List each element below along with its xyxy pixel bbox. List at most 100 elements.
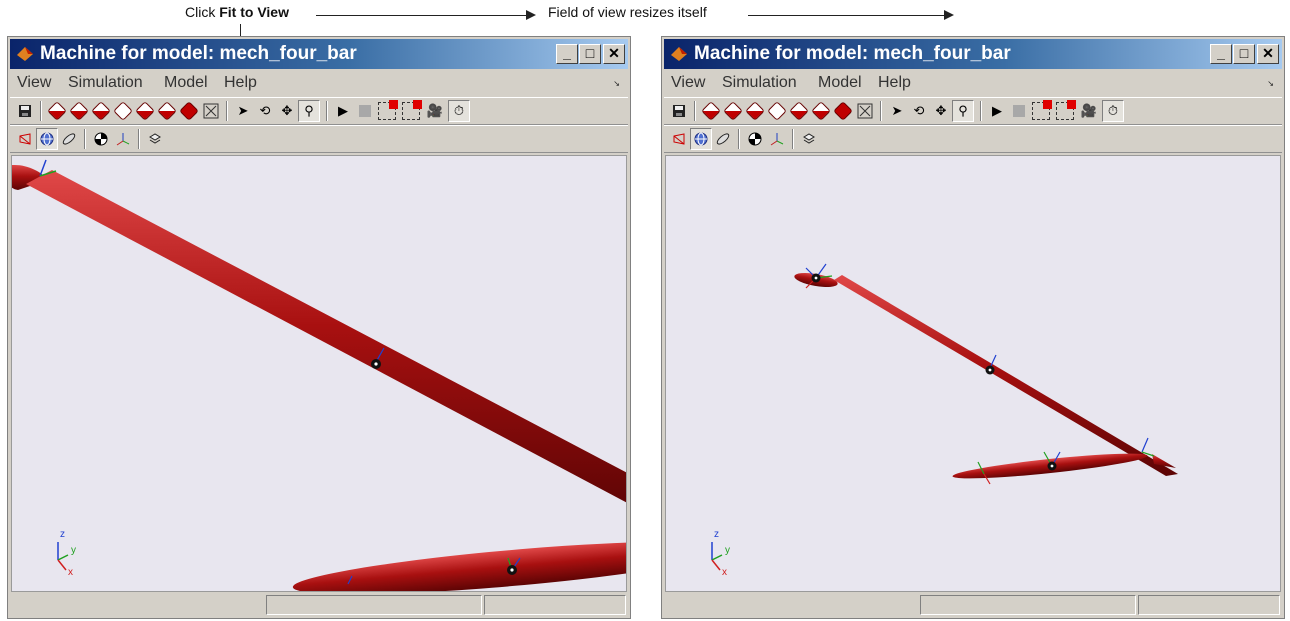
globe-icon[interactable] [690,128,712,150]
stop-icon[interactable] [1008,100,1030,122]
save-icon[interactable] [14,100,36,122]
axes-icon[interactable] [112,128,134,150]
scene-canvas [711,263,1178,571]
pan-icon[interactable]: ✥ [930,100,952,122]
link-coupler [834,275,1178,476]
view-left-icon[interactable] [744,100,766,122]
minimize-button[interactable]: _ [1210,44,1232,64]
close-button[interactable]: ✕ [603,44,625,64]
title-bar[interactable]: Machine for model: mech_four_bar _ □ ✕ [10,39,628,69]
menu-bar: View Simulation Model Help ↘ [664,70,1282,96]
record-icon[interactable] [1030,100,1052,122]
status-panel-2 [484,595,626,615]
menu-view[interactable]: View [671,74,705,92]
menu-bar: View Simulation Model Help ↘ [10,70,628,96]
rotate-icon[interactable]: ⟲ [254,100,276,122]
view-front-icon[interactable] [46,100,68,122]
status-bar [10,593,628,617]
menu-dock-icon[interactable]: ↘ [613,79,620,88]
menu-help[interactable]: Help [878,74,911,92]
status-panel-2 [1138,595,1280,615]
menu-help[interactable]: Help [224,74,257,92]
menu-dock-icon[interactable]: ↘ [1267,79,1274,88]
menu-simulation[interactable]: Simulation [722,74,797,92]
click-fit-to-view-annotation: Click Fit to View [185,4,289,20]
timer-icon[interactable]: ⏱ [448,100,470,122]
zoom-box-icon[interactable]: ⚲ [298,100,320,122]
cg-icon[interactable] [744,128,766,150]
layers-icon[interactable] [144,128,166,150]
play-icon[interactable]: ▶ [332,100,354,122]
select-icon[interactable]: ➤ [886,100,908,122]
annotation-arrow-right-1 [316,10,536,20]
menu-model[interactable]: Model [818,74,862,92]
axes-icon[interactable] [766,128,788,150]
close-button[interactable]: ✕ [1257,44,1279,64]
matlab-logo-icon [17,47,33,61]
view-right-icon[interactable] [112,100,134,122]
fit-to-view-icon[interactable] [854,100,876,122]
view-left-icon[interactable] [90,100,112,122]
axis-label-x: x [68,567,73,578]
wireframe-icon[interactable] [14,128,36,150]
window-title: Machine for model: mech_four_bar [694,43,1011,64]
minimize-button[interactable]: _ [556,44,578,64]
pan-icon[interactable]: ✥ [276,100,298,122]
select-icon[interactable]: ➤ [232,100,254,122]
view-top-icon[interactable] [788,100,810,122]
annotation-arrow-right-2 [748,10,954,20]
toolbar-main: ➤ ⟲ ✥ ⚲ ▶ 🎥 ⏱ [10,97,628,125]
layers-icon[interactable] [798,128,820,150]
timer-icon[interactable]: ⏱ [1102,100,1124,122]
view-front-icon[interactable] [700,100,722,122]
camera-icon[interactable]: 🎥 [424,100,446,122]
rotate-icon[interactable]: ⟲ [908,100,930,122]
toolbar-main: ➤ ⟲ ✥ ⚲ ▶ 🎥 ⏱ [664,97,1282,125]
record-icon[interactable] [376,100,398,122]
maximize-button[interactable]: □ [1233,44,1255,64]
save-icon[interactable] [668,100,690,122]
zoom-box-icon[interactable]: ⚲ [952,100,974,122]
link-coupler [26,170,626,503]
ellipsoid-icon[interactable] [712,128,734,150]
view-iso-icon[interactable] [178,100,200,122]
world-axes-icon [57,542,69,571]
record-settings-icon[interactable] [400,100,422,122]
cg-icon[interactable] [90,128,112,150]
record-settings-icon[interactable] [1054,100,1076,122]
menu-model[interactable]: Model [164,74,208,92]
view-top-icon[interactable] [134,100,156,122]
view-iso-icon[interactable] [832,100,854,122]
view-bottom-icon[interactable] [156,100,178,122]
toolbar-secondary [664,125,1282,153]
matlab-logo-icon [671,47,687,61]
status-bar [664,593,1282,617]
annotation-click-prefix: Click [185,4,220,20]
axis-label-x: x [722,567,727,578]
wireframe-icon[interactable] [668,128,690,150]
camera-icon[interactable]: 🎥 [1078,100,1100,122]
stop-icon[interactable] [354,100,376,122]
menu-simulation[interactable]: Simulation [68,74,143,92]
play-icon[interactable]: ▶ [986,100,1008,122]
menu-view[interactable]: View [17,74,51,92]
status-panel-1 [920,595,1136,615]
status-panel-1 [266,595,482,615]
globe-icon[interactable] [36,128,58,150]
field-of-view-annotation: Field of view resizes itself [548,4,707,20]
fit-to-view-icon[interactable] [200,100,222,122]
ellipsoid-icon[interactable] [58,128,80,150]
toolbar-secondary [10,125,628,153]
title-bar[interactable]: Machine for model: mech_four_bar _ □ ✕ [664,39,1282,69]
scene-canvas [12,159,626,591]
view-bottom-icon[interactable] [810,100,832,122]
window-before: Machine for model: mech_four_bar _ □ ✕ V… [7,36,631,619]
view-back-icon[interactable] [722,100,744,122]
link-rocker [292,541,626,591]
viewport-3d[interactable]: z y x [11,155,627,592]
view-back-icon[interactable] [68,100,90,122]
viewport-3d[interactable]: z y x [665,155,1281,592]
annotation-fit-to-view: Fit to View [219,4,289,20]
view-right-icon[interactable] [766,100,788,122]
maximize-button[interactable]: □ [579,44,601,64]
